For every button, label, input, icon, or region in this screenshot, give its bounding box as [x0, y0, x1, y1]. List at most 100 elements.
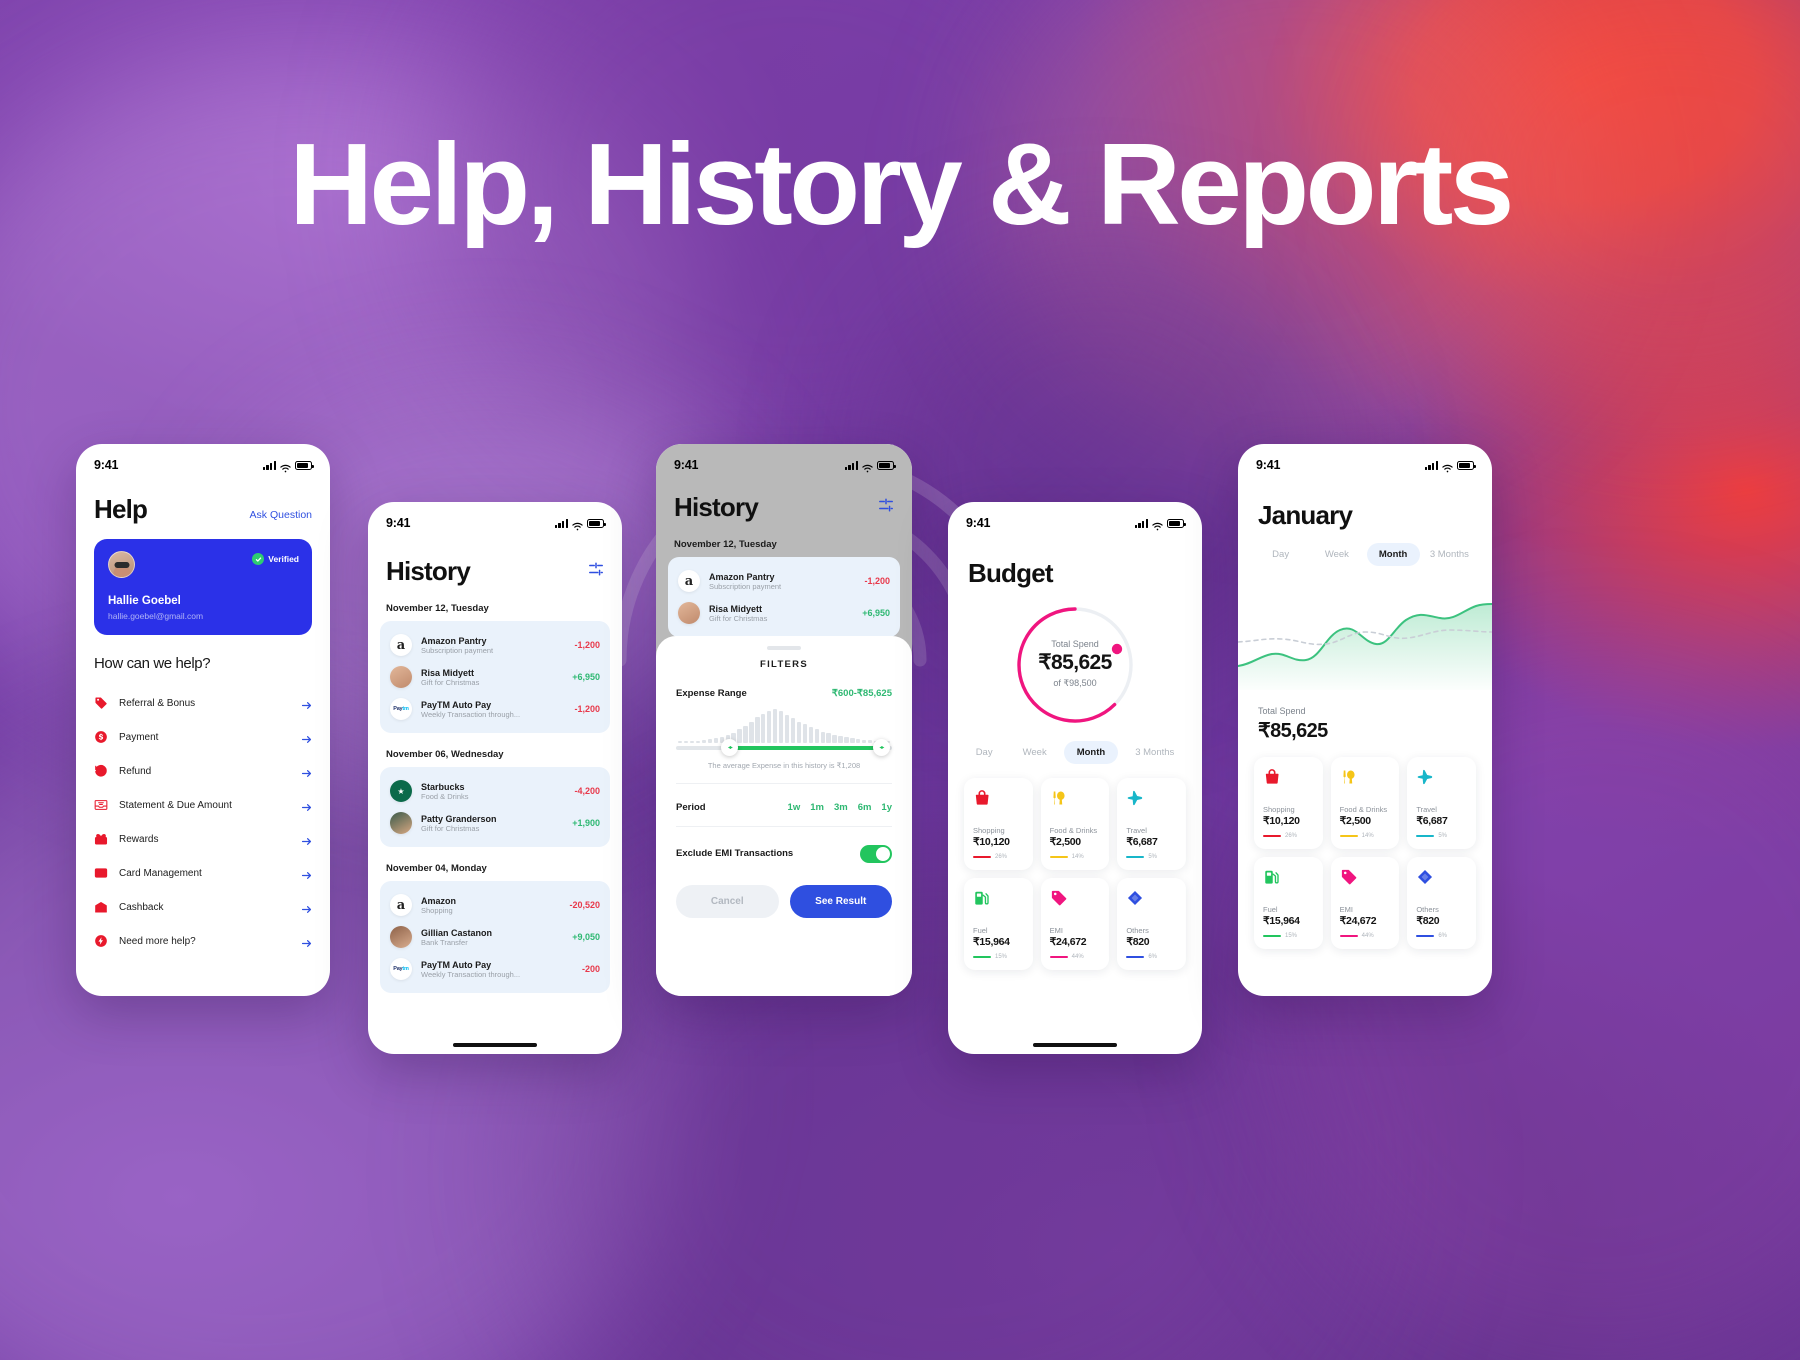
- segment-day[interactable]: Day: [1254, 543, 1307, 566]
- transaction-amount: +9,050: [572, 932, 600, 942]
- exclude-emi-toggle[interactable]: [860, 844, 892, 863]
- sheet-grabber[interactable]: [767, 646, 801, 650]
- chevron-right-icon: [301, 868, 312, 879]
- transaction-row[interactable]: Patty Granderson Gift for Christmas +1,900: [390, 807, 600, 839]
- period-options: 1w 1m 3m 6m 1y: [788, 802, 892, 813]
- help-item-need-more-help[interactable]: Need more help?: [94, 924, 312, 958]
- ask-question-link[interactable]: Ask Question: [250, 509, 312, 521]
- help-item-statement-due-amount[interactable]: Statement & Due Amount: [94, 788, 312, 822]
- transaction-amount: -200: [581, 964, 600, 974]
- histogram-bar: [826, 733, 831, 743]
- help-title: Help: [94, 494, 148, 524]
- transaction-row[interactable]: a Amazon Pantry Subscription payment -1,200: [390, 629, 600, 661]
- category-card-shopping[interactable]: Shopping ₹10,120 26%: [1254, 757, 1323, 849]
- phone-budget-screen: 9:41 Budget Total Spend ₹85,625 of ₹98,5…: [948, 502, 1202, 1054]
- expense-range-slider[interactable]: ◂▸ ◂▸: [676, 739, 892, 756]
- sliders-icon[interactable]: [878, 497, 894, 518]
- transaction-amount: -20,520: [569, 900, 600, 910]
- category-name: Others: [1416, 905, 1439, 914]
- transaction-group: a Amazon Pantry Subscription payment -1,200…: [380, 621, 610, 733]
- travel-plane-icon: [1416, 769, 1434, 790]
- category-value: ₹24,672: [1339, 915, 1377, 927]
- status-icons: [262, 460, 314, 473]
- category-name: EMI: [1049, 926, 1063, 935]
- period-option-1m[interactable]: 1m: [810, 802, 824, 813]
- category-card-fuel[interactable]: Fuel ₹15,964 15%: [1254, 857, 1323, 949]
- help-item-referral-bonus[interactable]: Referral & Bonus: [94, 686, 312, 720]
- category-progress-bar: [1263, 834, 1281, 838]
- home-indicator: [453, 1043, 537, 1047]
- segment-day[interactable]: Day: [963, 741, 1006, 764]
- category-value: ₹2,500: [1049, 836, 1081, 848]
- see-result-button[interactable]: See Result: [789, 884, 892, 918]
- category-card-fuel[interactable]: Fuel ₹15,964 15%: [964, 878, 1033, 970]
- cashback-icon: [94, 900, 108, 914]
- status-icons: [554, 518, 606, 531]
- segment-week[interactable]: Week: [1310, 543, 1363, 566]
- category-progress: 6%: [1126, 954, 1177, 960]
- category-card-shopping[interactable]: Shopping ₹10,120 26%: [964, 778, 1033, 870]
- period-option-3m[interactable]: 3m: [834, 802, 848, 813]
- help-header: Help Ask Question: [76, 478, 330, 525]
- status-icons: [1424, 460, 1476, 473]
- fuel-icon: [1263, 870, 1281, 890]
- period-option-1w[interactable]: 1w: [788, 802, 801, 813]
- budget-period-tabs: Day Week Month 3 Months: [948, 741, 1202, 764]
- transaction-row[interactable]: Risa Midyett Gift for Christmas +6,950: [678, 597, 890, 629]
- transaction-row[interactable]: Pay tm PayTM Auto Pay Weekly Transaction th…: [390, 953, 600, 985]
- transaction-name: Amazon: [421, 895, 457, 906]
- category-card-emi[interactable]: EMI ₹24,672 44%: [1040, 878, 1110, 970]
- segment-month[interactable]: Month: [1366, 543, 1420, 566]
- period-option-1y[interactable]: 1y: [881, 802, 892, 813]
- period-option-6m[interactable]: 6m: [858, 802, 872, 813]
- category-percent: 5%: [1148, 854, 1157, 860]
- transaction-row[interactable]: Risa Midyett Gift for Christmas +6,950: [390, 661, 600, 693]
- category-card-emi[interactable]: EMI ₹24,672 44%: [1330, 857, 1400, 949]
- cancel-button[interactable]: Cancel: [676, 884, 779, 918]
- help-item-card-management[interactable]: Card Management: [94, 856, 312, 890]
- status-icons: [1134, 518, 1186, 531]
- segment-week[interactable]: Week: [1010, 741, 1060, 764]
- category-card-travel[interactable]: Travel ₹6,687 5%: [1117, 778, 1186, 870]
- help-item-label: Need more help?: [119, 935, 196, 947]
- help-item-refund[interactable]: Refund: [94, 754, 312, 788]
- category-name: Food & Drinks: [1049, 826, 1098, 835]
- histogram-bar: [767, 710, 772, 743]
- help-item-payment[interactable]: Payment: [94, 720, 312, 754]
- status-time: 9:41: [1256, 458, 1281, 472]
- category-value: ₹820: [1126, 936, 1150, 948]
- transaction-row[interactable]: Gillian Castanon Bank Transfer +9,050: [390, 921, 600, 953]
- dollar-circle-icon: [94, 730, 108, 744]
- transaction-row[interactable]: Pay tm PayTM Auto Pay Weekly Transaction th…: [390, 693, 600, 725]
- histogram-bar: [802, 724, 808, 743]
- category-value: ₹10,120: [1263, 815, 1300, 827]
- help-item-cashback[interactable]: Cashback: [94, 890, 312, 924]
- total-spend-label: Total Spend: [1258, 706, 1306, 716]
- sliders-icon[interactable]: [588, 561, 604, 582]
- cellular-signal-icon: [1424, 460, 1438, 470]
- help-item-rewards[interactable]: Rewards: [94, 822, 312, 856]
- slider-knob-max[interactable]: ◂▸: [872, 739, 890, 756]
- category-card-travel[interactable]: Travel ₹6,687 5%: [1407, 757, 1476, 849]
- category-card-others[interactable]: Others ₹820 6%: [1117, 878, 1186, 970]
- starbucks-logo-icon: ★: [390, 780, 412, 802]
- transaction-row[interactable]: ★ Starbucks Food & Drinks -4,200: [390, 775, 600, 807]
- transaction-name: Risa Midyett: [421, 667, 475, 678]
- home-indicator: [1033, 1043, 1117, 1047]
- category-card-food-drinks[interactable]: Food & Drinks ₹2,500 14%: [1330, 757, 1400, 849]
- slider-knob-min[interactable]: ◂▸: [721, 739, 739, 756]
- histogram-bar: [707, 739, 713, 743]
- status-bar: 9:41: [1238, 452, 1492, 478]
- category-card-others[interactable]: Others ₹820 6%: [1407, 857, 1476, 949]
- segment-3-months[interactable]: 3 Months: [1423, 543, 1476, 566]
- segment-3-months[interactable]: 3 Months: [1122, 741, 1187, 764]
- transaction-row[interactable]: a Amazon Pantry Subscription payment -1,200: [678, 565, 890, 597]
- category-progress-bar: [1416, 934, 1435, 938]
- profile-card[interactable]: Verified Hallie Goebel hallie.goebel@gma…: [94, 539, 312, 635]
- segment-month[interactable]: Month: [1063, 741, 1119, 764]
- category-percent: 6%: [1438, 933, 1447, 939]
- transaction-row[interactable]: a Amazon Shopping -20,520: [390, 889, 600, 921]
- transaction-subtitle: Weekly Transaction through...: [421, 969, 521, 979]
- category-card-food-drinks[interactable]: Food & Drinks ₹2,500 14%: [1040, 778, 1110, 870]
- transaction-info: Amazon Pantry Subscription payment: [421, 636, 565, 655]
